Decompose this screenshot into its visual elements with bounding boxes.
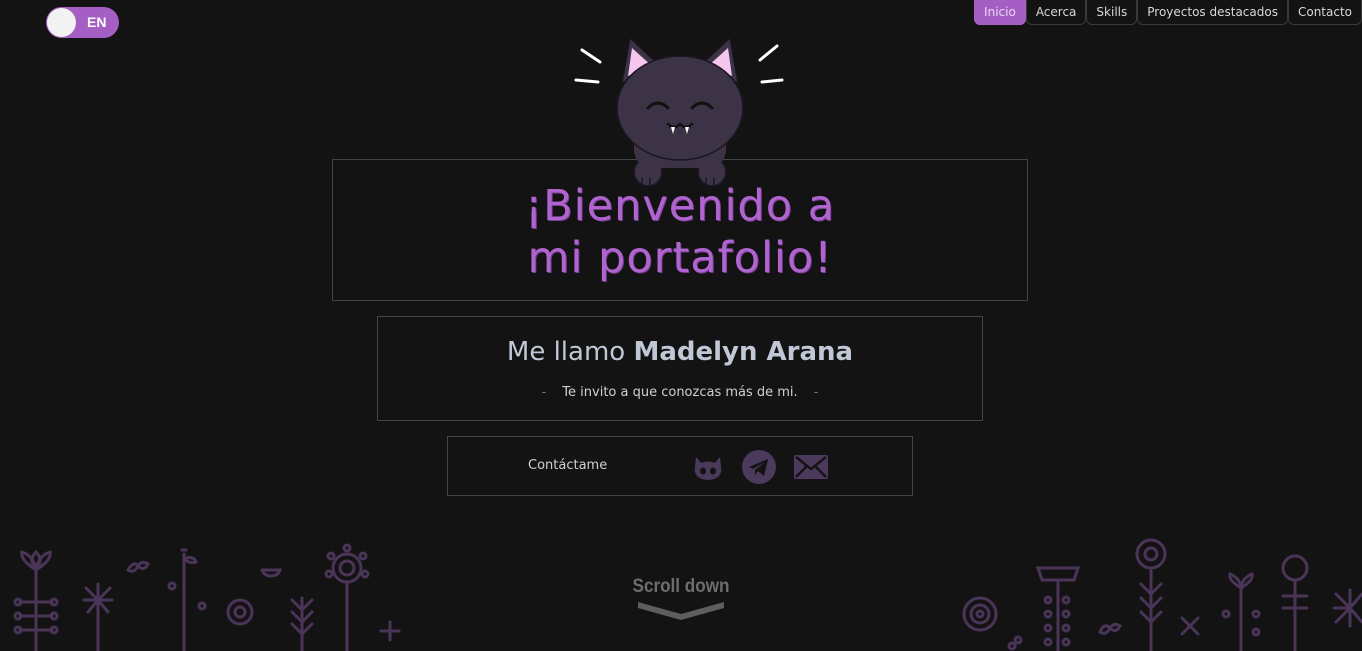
intro-prefix: Me llamo <box>506 337 626 367</box>
contact-box: Contáctame <box>447 436 913 496</box>
intro-name: Madelyn Arana <box>633 337 854 367</box>
main-nav: Inicio Acerca Skills Proyectos destacado… <box>974 0 1362 25</box>
intro-subtitle: Te invito a que conozcas más de mi. <box>562 385 798 400</box>
mail-icon[interactable] <box>793 449 829 485</box>
github-icon[interactable] <box>690 449 726 485</box>
contact-label: Contáctame <box>528 458 608 473</box>
intro-heading: Me llamo Madelyn Arana <box>378 337 982 367</box>
intro-subtitle-row: - Te invito a que conozcas más de mi. - <box>378 385 982 400</box>
language-toggle[interactable]: EN <box>46 7 119 38</box>
title-line-2: mi portafolio! <box>527 233 833 283</box>
subtitle-dash-right: - <box>813 385 819 400</box>
telegram-icon[interactable] <box>741 449 777 485</box>
subtitle-dash-left: - <box>541 385 547 400</box>
chevron-down-icon <box>638 602 724 620</box>
page-title: ¡Bienvenido a mi portafolio! <box>333 180 1027 284</box>
scroll-down-label: Scroll down <box>632 576 730 597</box>
nav-item-contacto[interactable]: Contacto <box>1287 0 1362 25</box>
nav-item-skills[interactable]: Skills <box>1086 0 1138 25</box>
nav-item-inicio[interactable]: Inicio <box>974 0 1026 25</box>
nav-item-proyectos[interactable]: Proyectos destacados <box>1137 0 1288 25</box>
toggle-knob <box>47 8 76 37</box>
scroll-down-button[interactable]: Scroll down <box>620 576 742 622</box>
cat-illustration <box>574 38 784 187</box>
intro-box: Me llamo Madelyn Arana - Te invito a que … <box>377 316 983 421</box>
language-label: EN <box>87 14 107 30</box>
nav-item-acerca[interactable]: Acerca <box>1025 0 1087 25</box>
